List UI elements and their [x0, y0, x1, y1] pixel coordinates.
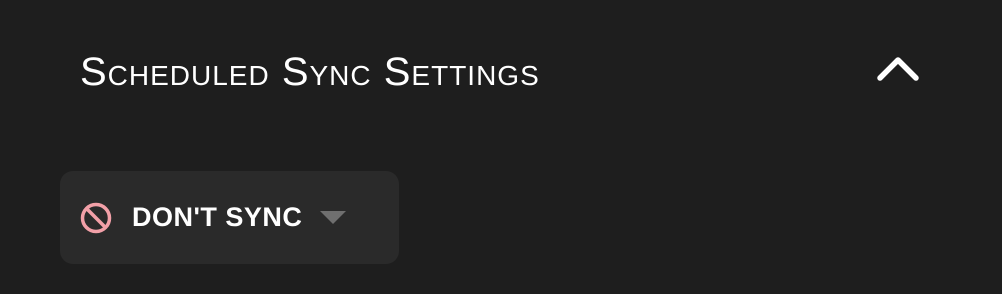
caret-down-icon	[320, 210, 347, 224]
scheduled-sync-settings-panel: Scheduled Sync Settings DON'T SYNC	[0, 0, 1002, 294]
sync-schedule-dropdown[interactable]: DON'T SYNC	[60, 171, 399, 264]
ban-icon	[80, 202, 112, 233]
section-title: Scheduled Sync Settings	[80, 50, 540, 94]
sync-option-label: DON'T SYNC	[132, 202, 303, 232]
chevron-up-icon	[877, 57, 919, 81]
collapse-section-button[interactable]	[870, 46, 926, 90]
